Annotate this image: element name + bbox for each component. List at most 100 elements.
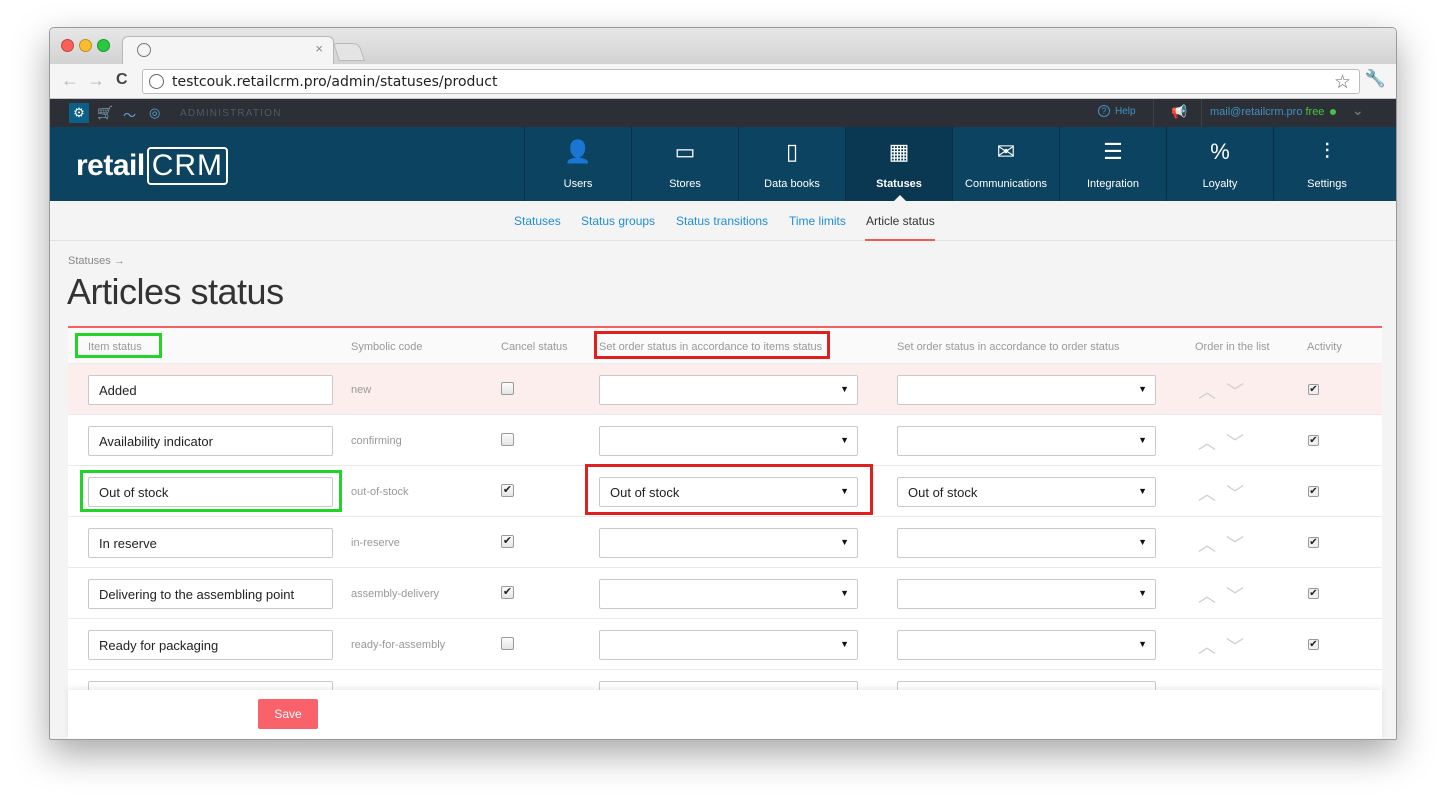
reorder-arrows-icon[interactable]: ︿﹀	[1198, 531, 1254, 557]
activity-checkbox[interactable]: ✔	[1308, 537, 1319, 548]
status-name-input[interactable]: Delivering to the assembling point	[88, 579, 333, 609]
reload-button[interactable]: C	[116, 71, 128, 89]
nav-data-books[interactable]: ▯ Data books	[738, 127, 845, 201]
divider	[1201, 99, 1202, 127]
reorder-arrows-icon[interactable]: ︿﹀	[1198, 429, 1254, 455]
logo-crm: CRM	[146, 147, 229, 185]
back-button[interactable]: ←	[61, 70, 79, 91]
gear-icon[interactable]: ⚙	[69, 103, 89, 123]
subnav-statuses[interactable]: Statuses	[514, 214, 561, 228]
caret-down-icon: ▼	[1138, 384, 1147, 394]
reorder-arrows-icon[interactable]: ︿﹀	[1198, 378, 1254, 404]
target-icon[interactable]: ◎	[149, 105, 160, 121]
forward-button[interactable]: →	[87, 70, 105, 91]
symbolic-code: in-reserve	[351, 537, 400, 549]
items-status-select[interactable]: ▼	[599, 528, 858, 558]
activity-checkbox[interactable]: ✔	[1308, 486, 1319, 497]
browser-window: × ← → C testcouk.retailcrm.pro/admin/sta…	[49, 27, 1397, 740]
url-text: testcouk.retailcrm.pro/admin/statuses/pr…	[172, 74, 498, 90]
reorder-arrows-icon[interactable]: ︿﹀	[1198, 582, 1254, 608]
main-header: retail CRM 👤 Users ▭ Stores ▯ Data books ▦ St…	[50, 127, 1396, 201]
window-controls	[61, 39, 110, 52]
subnav-article-status[interactable]: Article status	[866, 214, 935, 228]
nav-loyalty[interactable]: % Loyalty	[1166, 127, 1273, 201]
subnav-status-groups[interactable]: Status groups	[581, 214, 655, 228]
nav-label: Stores	[669, 178, 701, 190]
activity-checkbox[interactable]: ✔	[1308, 435, 1319, 446]
order-status-select[interactable]: ▼	[897, 630, 1156, 660]
order-status-select[interactable]: ▼	[897, 528, 1156, 558]
subnav-status-transitions[interactable]: Status transitions	[676, 214, 768, 228]
minimize-window-button[interactable]	[79, 39, 92, 52]
help-label: Help	[1115, 106, 1136, 117]
page-info-icon[interactable]	[149, 74, 164, 89]
nav-integration[interactable]: ☰ Integration	[1059, 127, 1166, 201]
subnav-time-limits[interactable]: Time limits	[789, 214, 846, 228]
header-order-status: Set order status in accordance to order …	[897, 341, 1120, 353]
items-status-select[interactable]: ▼	[599, 579, 858, 609]
caret-down-icon: ▼	[840, 537, 849, 547]
account-email: mail@retailcrm.pro	[1210, 106, 1303, 118]
analytics-icon[interactable]: 〜	[123, 105, 136, 124]
status-name-input[interactable]: Availability indicator	[88, 426, 333, 456]
symbolic-code: out-of-stock	[351, 486, 409, 498]
status-name-input[interactable]: Ready for packaging	[88, 630, 333, 660]
zoom-window-button[interactable]	[97, 39, 110, 52]
cancel-status-checkbox[interactable]: ✔	[501, 586, 514, 599]
nav-communications[interactable]: ✉ Communications	[952, 127, 1059, 201]
nav-label: Data books	[764, 178, 820, 190]
activity-checkbox[interactable]: ✔	[1308, 588, 1319, 599]
items-status-select[interactable]: ▼	[599, 426, 858, 456]
address-bar[interactable]: testcouk.retailcrm.pro/admin/statuses/pr…	[142, 69, 1360, 94]
bookmark-star-icon[interactable]: ☆	[1334, 71, 1351, 94]
breadcrumb[interactable]: Statuses →	[68, 255, 125, 267]
browser-tab[interactable]: ×	[122, 36, 334, 64]
nav-label: Communications	[965, 178, 1047, 190]
nav-statuses[interactable]: ▦ Statuses	[845, 127, 952, 201]
cancel-status-checkbox[interactable]	[501, 637, 514, 650]
new-tab-button[interactable]	[333, 43, 365, 61]
page-title: Articles status	[67, 271, 284, 312]
order-status-select[interactable]: ▼	[897, 426, 1156, 456]
nav-label: Statuses	[876, 178, 922, 190]
nav-users[interactable]: 👤 Users	[524, 127, 631, 201]
activity-checkbox[interactable]: ✔	[1308, 639, 1319, 650]
order-status-select[interactable]: ▼	[897, 375, 1156, 405]
cancel-status-checkbox[interactable]	[501, 382, 514, 395]
save-button[interactable]: Save	[258, 699, 318, 729]
cancel-status-checkbox[interactable]	[501, 433, 514, 446]
symbolic-code: assembly-delivery	[351, 588, 440, 600]
cancel-status-checkbox[interactable]: ✔	[501, 484, 514, 497]
wrench-icon[interactable]: 🔧	[1365, 69, 1386, 89]
plan-badge: free	[1305, 106, 1325, 118]
order-status-select[interactable]: ▼	[897, 579, 1156, 609]
items-status-select[interactable]: ▼	[599, 375, 858, 405]
header-symbolic-code: Symbolic code	[351, 341, 423, 353]
order-status-select[interactable]: Out of stock ▼	[897, 477, 1156, 507]
tab-close-icon[interactable]: ×	[315, 41, 323, 56]
reorder-arrows-icon[interactable]: ︿﹀	[1198, 633, 1254, 659]
retailcrm-logo[interactable]: retail CRM	[76, 147, 229, 185]
items-status-select[interactable]: ▼	[599, 630, 858, 660]
cart-icon[interactable]: 🛒	[97, 105, 113, 121]
divider	[1153, 99, 1154, 127]
nav-settings[interactable]: ⫶ Settings	[1273, 127, 1380, 201]
user-icon: 👤	[564, 139, 592, 164]
caret-down-icon: ▼	[840, 588, 849, 598]
annotation-highlight-green	[80, 470, 342, 512]
help-icon: ?	[1098, 105, 1110, 117]
status-name-input[interactable]: In reserve	[88, 528, 333, 558]
help-link[interactable]: ? Help	[1098, 105, 1136, 117]
chevron-down-icon[interactable]: ⌄	[1352, 102, 1364, 119]
megaphone-icon[interactable]: 📢	[1171, 104, 1187, 120]
header-order-in-list: Order in the list	[1195, 341, 1270, 353]
reorder-arrows-icon[interactable]: ︿﹀	[1198, 480, 1254, 506]
account-menu[interactable]: mail@retailcrm.pro free	[1210, 106, 1337, 118]
nav-stores[interactable]: ▭ Stores	[631, 127, 738, 201]
globe-icon	[137, 43, 151, 57]
activity-checkbox[interactable]: ✔	[1308, 384, 1319, 395]
cancel-status-checkbox[interactable]: ✔	[501, 535, 514, 548]
header-cancel-status: Cancel status	[501, 341, 568, 353]
status-name-input[interactable]: Added	[88, 375, 333, 405]
close-window-button[interactable]	[61, 39, 74, 52]
